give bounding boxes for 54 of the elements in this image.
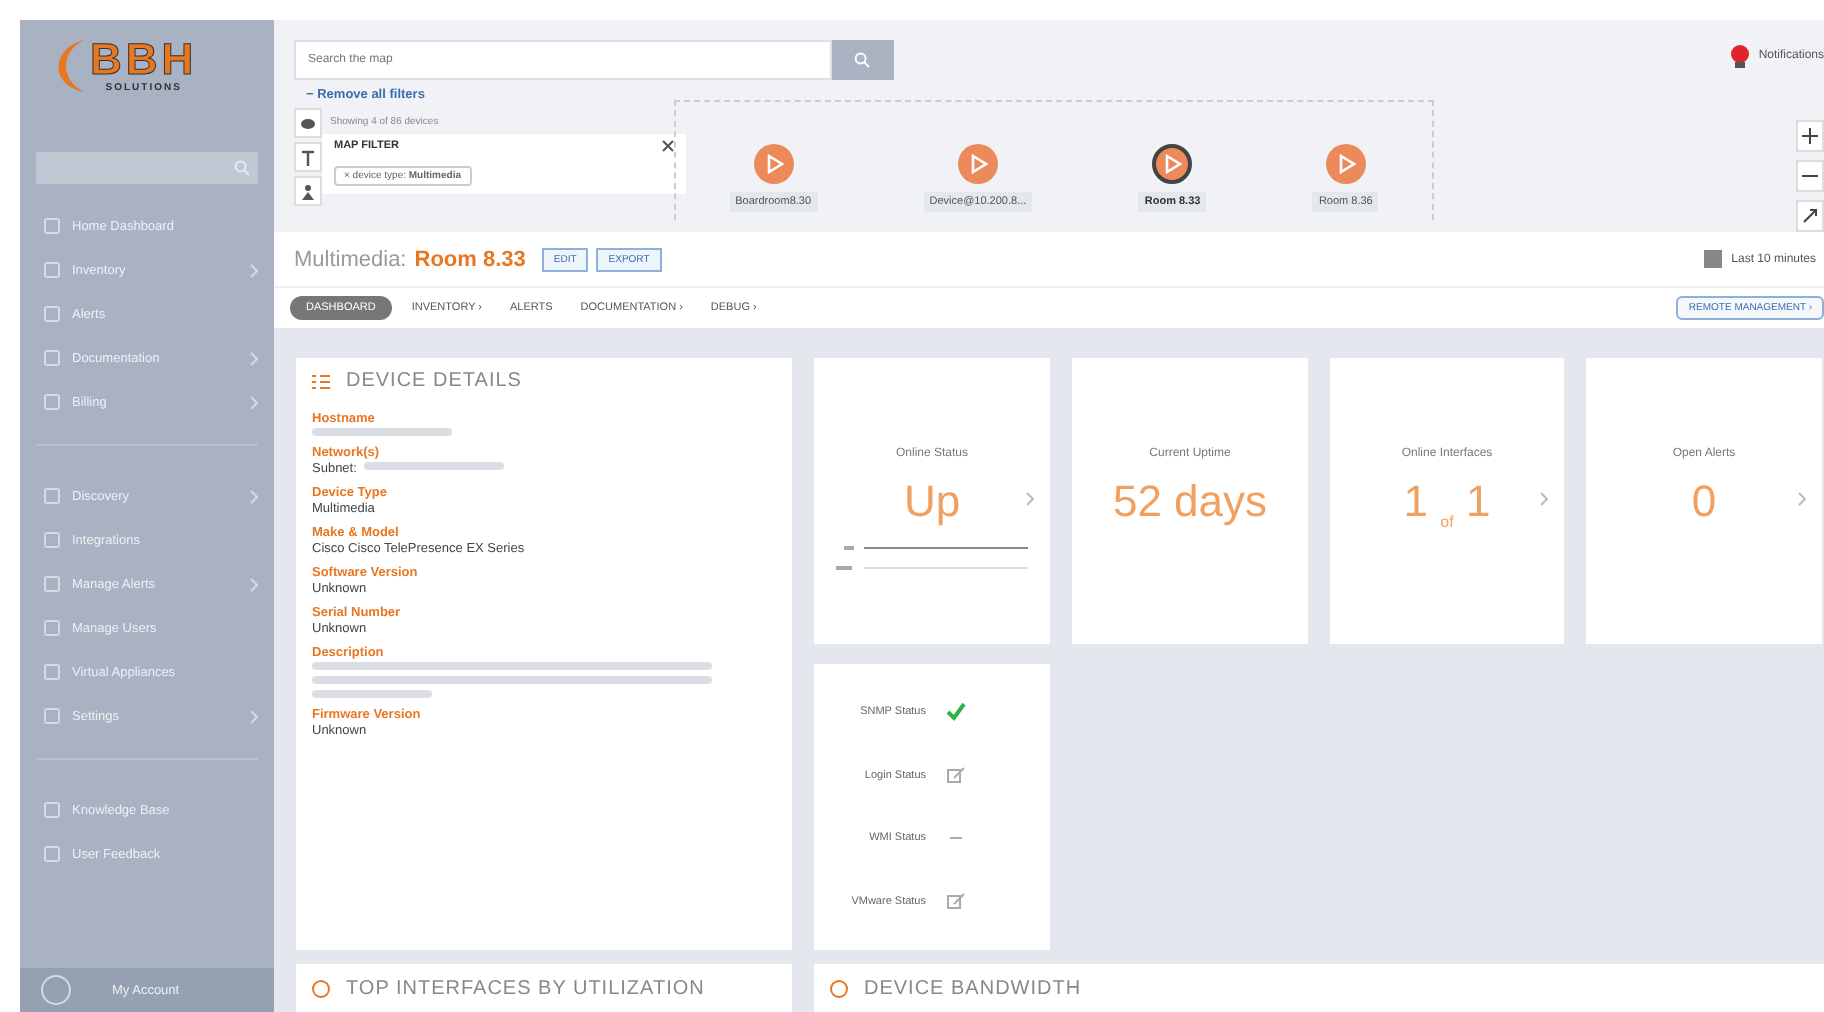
alert-bell-icon <box>1730 44 1751 68</box>
menu-item-icon <box>44 394 60 410</box>
stat-value: 52 days <box>1112 476 1268 528</box>
text-icon <box>300 149 316 165</box>
panel-icon <box>312 979 330 997</box>
device-node-icon[interactable] <box>751 142 796 186</box>
search-icon <box>854 52 871 68</box>
edit-icon <box>946 765 966 786</box>
device-node-icon[interactable] <box>1323 142 1368 186</box>
redacted-text <box>364 462 505 470</box>
zoom-out-button[interactable] <box>1796 160 1824 192</box>
check-icon <box>946 701 966 722</box>
plus-icon <box>1802 128 1818 144</box>
menu-item-icon <box>44 262 60 278</box>
menu-item-icon <box>44 576 60 592</box>
menu-item-icon <box>44 532 60 548</box>
card-title: TOP INTERFACES BY UTILIZATION <box>346 977 705 999</box>
menu-item-icon <box>44 802 60 818</box>
menu-item-icon <box>44 218 60 234</box>
card-title: DEVICE DETAILS <box>346 370 522 392</box>
menu-item-icon <box>44 664 60 680</box>
map-tool-button[interactable] <box>294 108 322 138</box>
zoom-in-button[interactable] <box>1796 120 1824 152</box>
map-tool-button[interactable] <box>294 142 322 172</box>
list-icon <box>312 373 330 389</box>
device-name: Room 8.33 <box>414 247 526 272</box>
map-tool-button[interactable] <box>294 176 322 206</box>
panel-icon <box>830 979 848 997</box>
menu-item-icon <box>44 350 60 366</box>
menu-item-icon <box>44 708 60 724</box>
fullscreen-button[interactable] <box>1796 200 1824 232</box>
stat-value: 1 $_{of}$ 1 <box>1403 476 1491 531</box>
device-type: Multimedia: <box>294 247 407 272</box>
logo-name: BBH <box>90 38 198 82</box>
arrow-icon <box>1802 208 1818 224</box>
menu-item-icon <box>44 488 60 504</box>
close-icon <box>662 140 674 152</box>
card-title: DEVICE BANDWIDTH <box>864 977 1082 999</box>
calendar-icon <box>1703 250 1722 269</box>
menu-item-icon <box>44 620 60 636</box>
edit-icon <box>946 892 966 913</box>
redacted-text <box>312 690 432 698</box>
search-icon <box>234 160 250 176</box>
menu-item-icon <box>44 846 60 862</box>
search-field[interactable] <box>36 152 258 184</box>
menu-item-icon <box>44 306 60 322</box>
stat-value: Up <box>903 476 961 528</box>
device-node-icon[interactable] <box>1150 142 1195 186</box>
user-icon <box>40 974 72 1006</box>
person-icon <box>300 183 316 199</box>
stat-value: 0 <box>1691 476 1717 528</box>
device-node-icon[interactable] <box>955 142 1000 186</box>
eye-icon <box>300 115 316 131</box>
redacted-text <box>312 428 452 436</box>
